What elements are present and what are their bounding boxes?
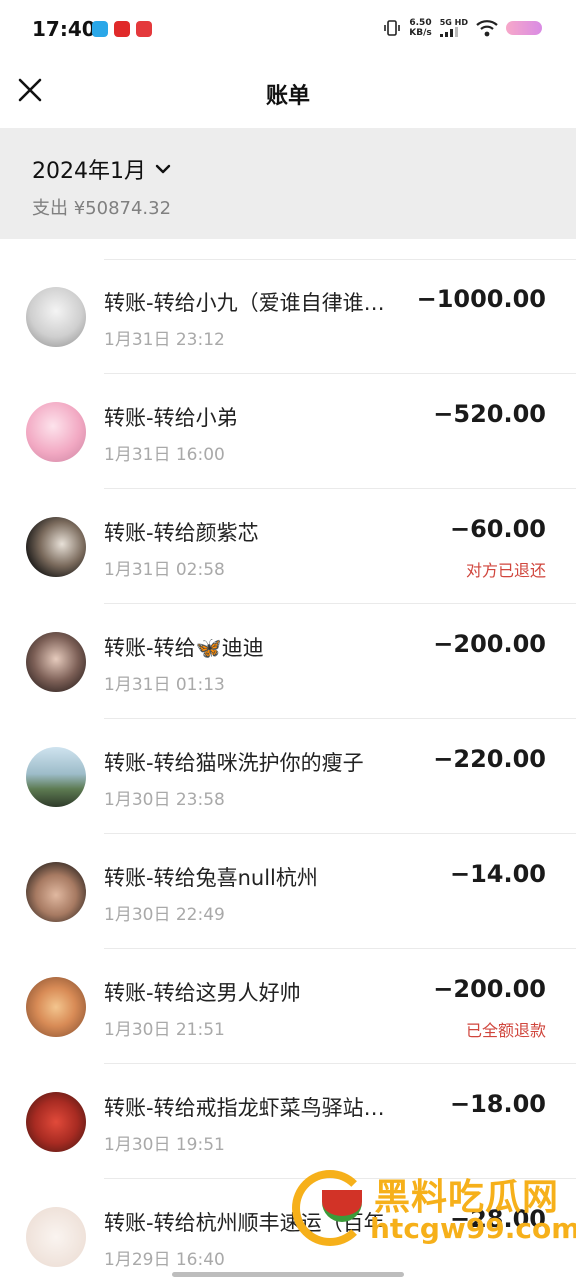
transaction-time: 1月31日 01:13 xyxy=(104,675,225,695)
transaction-title: 转账-转给猫咪洗护你的瘦子 xyxy=(104,751,364,775)
transaction-title: 转账-转给🦋迪迪 xyxy=(104,636,264,660)
chevron-down-icon xyxy=(155,164,171,174)
app-notification-icon xyxy=(92,21,108,37)
transaction-row[interactable]: 转账-转给🦋迪迪 1月31日 01:13 −200.00 xyxy=(0,604,576,719)
transaction-amount: −18.00 xyxy=(449,1090,546,1118)
wifi-icon xyxy=(476,20,498,37)
net-speed-unit: KB/s xyxy=(409,28,432,38)
transaction-time: 1月30日 23:58 xyxy=(104,790,225,810)
transaction-row[interactable]: 转账-转给兔喜null杭州 1月30日 22:49 −14.00 xyxy=(0,834,576,949)
avatar xyxy=(26,977,86,1037)
transaction-title: 转账-转给小九（爱谁自律谁… xyxy=(104,291,385,315)
transaction-time: 1月30日 21:51 xyxy=(104,1020,225,1040)
transaction-title: 转账-转给戒指龙虾菜鸟驿站… xyxy=(104,1096,385,1120)
status-app-icons xyxy=(92,21,152,37)
transaction-row[interactable]: 转账-转给颜紫芯 1月31日 02:58 −60.00 对方已退还 xyxy=(0,489,576,604)
transaction-title: 转账-转给兔喜null杭州 xyxy=(104,866,318,890)
expense-total: 支出 ¥50874.32 xyxy=(32,198,172,219)
transaction-time: 1月31日 23:12 xyxy=(104,330,225,350)
top-bar: 账单 xyxy=(0,60,576,128)
signal-icon xyxy=(439,27,458,37)
transaction-status: 已全额退款 xyxy=(465,1021,546,1040)
avatar xyxy=(26,517,86,577)
transaction-amount: −14.00 xyxy=(449,860,546,888)
transaction-amount: −200.00 xyxy=(433,975,546,1003)
transaction-time: 1月30日 19:51 xyxy=(104,1135,225,1155)
transaction-title: 转账-转给颜紫芯 xyxy=(104,521,259,545)
network-tag: 5G HD xyxy=(439,18,468,27)
status-indicators: 6.50 KB/s 5G HD xyxy=(383,18,542,38)
transaction-amount: −220.00 xyxy=(433,745,546,773)
avatar xyxy=(26,1207,86,1267)
transaction-time: 1月29日 16:40 xyxy=(104,1250,225,1270)
avatar xyxy=(26,632,86,692)
transaction-time: 1月30日 22:49 xyxy=(104,905,225,925)
net-speed-value: 6.50 xyxy=(409,18,432,28)
net-speed: 6.50 KB/s xyxy=(409,18,431,38)
page-title: 账单 xyxy=(265,84,310,109)
avatar xyxy=(26,862,86,922)
avatar xyxy=(26,402,86,462)
cell-signal: 5G HD xyxy=(439,18,468,37)
transaction-row[interactable]: 转账-转给小弟 1月31日 16:00 −520.00 xyxy=(0,374,576,489)
transaction-amount: −520.00 xyxy=(433,400,546,428)
watermark: 黑料吃瓜网 htcgw99.com xyxy=(292,1164,576,1256)
vibrate-icon xyxy=(384,20,401,36)
transaction-time: 1月31日 16:00 xyxy=(104,445,225,465)
month-summary: 2024年1月 支出 ¥50874.32 xyxy=(0,128,576,239)
transaction-row[interactable]: 转账-转给这男人好帅 1月30日 21:51 −200.00 已全额退款 xyxy=(0,949,576,1064)
avatar xyxy=(26,287,86,347)
home-indicator[interactable] xyxy=(172,1272,404,1277)
transaction-row[interactable]: 转账-转给猫咪洗护你的瘦子 1月30日 23:58 −220.00 xyxy=(0,719,576,834)
transaction-amount: −200.00 xyxy=(433,630,546,658)
app-notification-icon xyxy=(136,21,152,37)
app-notification-icon xyxy=(114,21,130,37)
transaction-row[interactable]: 转账-转给戒指龙虾菜鸟驿站… 1月30日 19:51 −18.00 xyxy=(0,1064,576,1179)
transaction-row[interactable]: 转账-转给小九（爱谁自律谁… 1月31日 23:12 −1000.00 xyxy=(0,259,576,374)
transaction-title: 转账-转给这男人好帅 xyxy=(104,981,301,1005)
transaction-time: 1月31日 02:58 xyxy=(104,560,225,580)
transaction-amount: −60.00 xyxy=(449,515,546,543)
status-time: 17:40 xyxy=(32,17,96,41)
avatar xyxy=(26,1092,86,1152)
transaction-amount: −1000.00 xyxy=(416,285,546,313)
avatar xyxy=(26,747,86,807)
watermark-url: htcgw99.com xyxy=(370,1212,576,1245)
transaction-title: 转账-转给小弟 xyxy=(104,406,238,430)
transaction-status: 对方已退还 xyxy=(465,561,546,580)
status-bar: 17:40 6.50 KB/s 5G HD xyxy=(0,0,576,60)
battery-icon xyxy=(506,21,542,35)
month-label: 2024年1月 xyxy=(32,159,146,184)
month-picker[interactable]: 2024年1月 xyxy=(32,153,172,185)
